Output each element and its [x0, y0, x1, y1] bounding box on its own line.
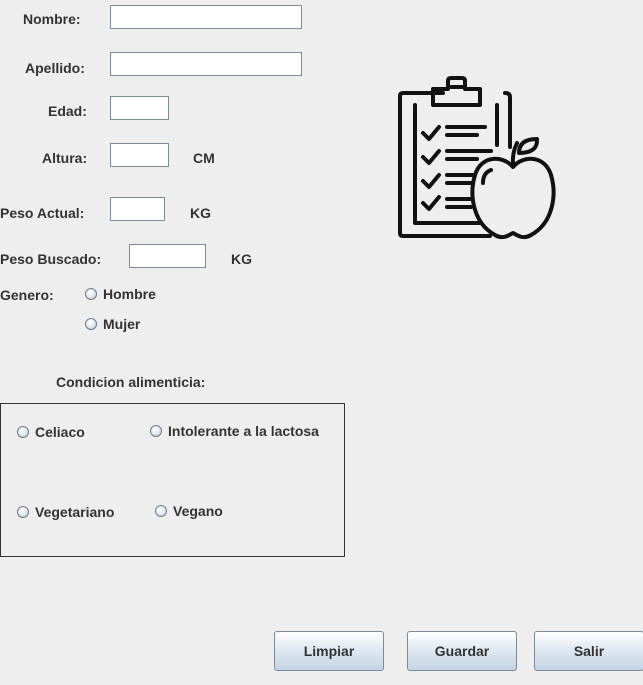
limpiar-button[interactable]: Limpiar [274, 631, 384, 671]
condicion-title: Condicion alimenticia: [56, 374, 206, 390]
radio-button-icon [150, 425, 162, 437]
peso-actual-input[interactable] [110, 197, 165, 221]
condicion-radio-vegano[interactable]: Vegano [155, 502, 223, 520]
genero-radio-mujer[interactable]: Mujer [85, 315, 140, 333]
peso-buscado-unit: KG [231, 251, 252, 267]
radio-button-icon [17, 506, 29, 518]
guardar-button[interactable]: Guardar [407, 631, 517, 671]
radio-label: Intolerante a la lactosa [168, 423, 319, 439]
peso-actual-label: Peso Actual: [0, 205, 85, 221]
condicion-radio-celiaco[interactable]: Celiaco [17, 423, 85, 441]
peso-actual-unit: KG [190, 205, 211, 221]
radio-button-icon [85, 318, 97, 330]
peso-buscado-input[interactable] [129, 244, 206, 268]
edad-input[interactable] [110, 96, 169, 120]
edad-label: Edad: [48, 103, 87, 119]
radio-label: Hombre [103, 286, 156, 302]
peso-buscado-label: Peso Buscado: [0, 251, 102, 267]
radio-label: Celiaco [35, 424, 85, 440]
nombre-label: Nombre: [23, 11, 81, 27]
radio-label: Mujer [103, 316, 141, 332]
radio-button-icon [155, 505, 167, 517]
genero-radio-hombre[interactable]: Hombre [85, 285, 156, 303]
condicion-radio-intolerante[interactable]: Intolerante a la lactosa [150, 422, 319, 440]
nombre-input[interactable] [110, 5, 302, 29]
altura-input[interactable] [110, 143, 169, 167]
altura-label: Altura: [42, 150, 88, 166]
condicion-radio-vegetariano[interactable]: Vegetariano [17, 503, 114, 521]
salir-button[interactable]: Salir [534, 631, 643, 671]
radio-label: Vegano [173, 503, 223, 519]
genero-label: Genero: [0, 287, 54, 303]
radio-button-icon [17, 426, 29, 438]
apellido-input[interactable] [110, 52, 302, 76]
apellido-label: Apellido: [25, 60, 85, 76]
radio-button-icon [85, 288, 97, 300]
altura-unit: CM [193, 150, 215, 166]
condicion-panel: Celiaco Intolerante a la lactosa Vegetar… [0, 403, 345, 557]
radio-label: Vegetariano [35, 504, 115, 520]
clipboard-checklist-apple-icon [395, 75, 560, 245]
